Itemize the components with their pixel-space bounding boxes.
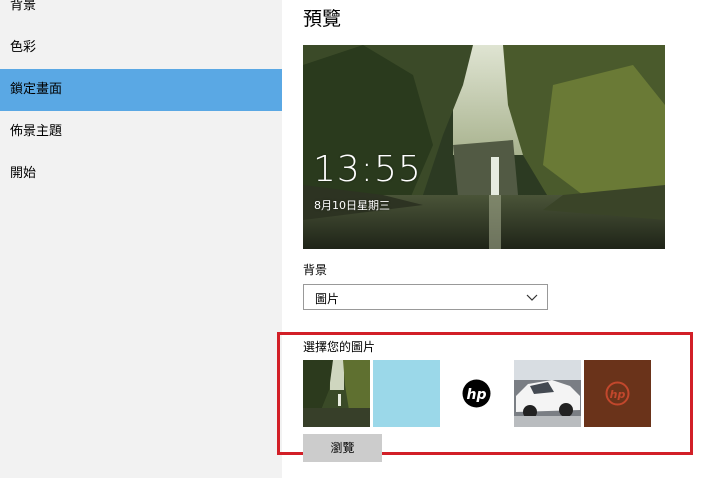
thumbnail-solid-blue[interactable]: [373, 360, 440, 427]
browse-button-label: 瀏覽: [330, 441, 355, 455]
background-dropdown[interactable]: 圖片: [303, 284, 548, 310]
svg-text:hp: hp: [610, 388, 626, 401]
sidebar-item-lock-screen[interactable]: 鎖定畫面: [0, 69, 282, 111]
preview-date: 8月10日星期三: [314, 199, 390, 212]
thumbnail-hp-wood[interactable]: hp: [584, 360, 651, 427]
lock-screen-preview: 13:55 8月10日星期三: [303, 45, 665, 249]
sidebar-item-label: 色彩: [10, 40, 37, 55]
page-title: 預覽: [303, 8, 342, 30]
sidebar-item-label: 背景: [10, 0, 37, 13]
thumbnail-white-suv[interactable]: [514, 360, 581, 427]
sidebar-item-themes[interactable]: 佈景主題: [0, 111, 282, 153]
browse-button[interactable]: 瀏覽: [303, 434, 382, 462]
preview-clock: 13:55: [313, 149, 422, 190]
sidebar-item-label: 開始: [10, 166, 37, 181]
sidebar-item-start[interactable]: 開始: [0, 153, 282, 195]
thumbnail-waterfall[interactable]: [303, 360, 370, 427]
sidebar: 背景 色彩 鎖定畫面 佈景主題 開始: [0, 0, 282, 478]
preview-wallpaper: [303, 45, 665, 249]
sidebar-item-background[interactable]: 背景: [0, 0, 282, 27]
svg-text:hp: hp: [467, 387, 487, 403]
background-label: 背景: [303, 263, 328, 277]
sidebar-item-label: 鎖定畫面: [10, 82, 63, 97]
choose-pictures-label: 選擇您的圖片: [303, 340, 376, 354]
thumbnail-hp-logo[interactable]: hp: [443, 360, 510, 427]
sidebar-item-label: 佈景主題: [10, 124, 63, 139]
background-dropdown-value: 圖片: [315, 292, 340, 306]
chevron-down-icon: [526, 294, 538, 301]
sidebar-item-colors[interactable]: 色彩: [0, 27, 282, 69]
